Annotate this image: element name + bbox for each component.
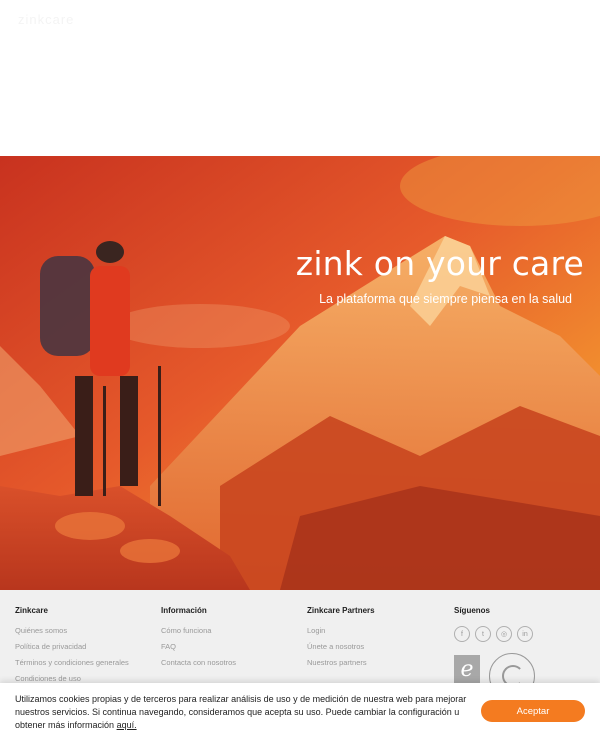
hero-banner: zink on your care La plataforma que siem… — [0, 156, 600, 590]
footer-column-partners: Zinkcare Partners Login Únete a nosotros… — [307, 606, 375, 674]
site-logo[interactable]: zinkcare — [18, 12, 74, 27]
e-trust-seal-icon: e — [454, 655, 480, 685]
footer-link-contacta[interactable]: Contacta con nosotros — [161, 658, 236, 667]
footer-link-unete[interactable]: Únete a nosotros — [307, 642, 375, 651]
footer-column-siguenos: Síguenos f t ◎ in — [454, 606, 533, 642]
footer-column-zinkcare: Zinkcare Quiénes somos Política de priva… — [15, 606, 129, 690]
instagram-icon[interactable]: ◎ — [496, 626, 512, 642]
footer-column-title: Zinkcare — [15, 606, 48, 615]
footer-column-informacion: Información Cómo funciona FAQ Contacta c… — [161, 606, 236, 674]
hero-mountain-illustration — [0, 156, 600, 590]
hero-title: zink on your care — [295, 244, 584, 283]
twitter-icon[interactable]: t — [475, 626, 491, 642]
linkedin-icon[interactable]: in — [517, 626, 533, 642]
cookie-more-info-link[interactable]: aquí. — [117, 720, 137, 730]
footer-column-title: Información — [161, 606, 207, 615]
footer-link-privacidad[interactable]: Política de privacidad — [15, 642, 129, 651]
social-links: f t ◎ in — [454, 626, 533, 642]
footer-link-login[interactable]: Login — [307, 626, 375, 635]
footer-link-faq[interactable]: FAQ — [161, 642, 236, 651]
footer-column-title: Zinkcare Partners — [307, 606, 375, 615]
hero-subtitle: La plataforma que siempre piensa en la s… — [319, 292, 572, 306]
footer-link-terminos[interactable]: Términos y condiciones generales — [15, 658, 129, 667]
facebook-icon[interactable]: f — [454, 626, 470, 642]
cookie-banner: Utilizamos cookies propias y de terceros… — [0, 683, 600, 739]
cookie-banner-text: Utilizamos cookies propias y de terceros… — [15, 693, 470, 732]
footer-link-nuestros-partners[interactable]: Nuestros partners — [307, 658, 375, 667]
footer-column-title: Síguenos — [454, 606, 491, 615]
cookie-message: Utilizamos cookies propias y de terceros… — [15, 694, 467, 730]
footer-link-condiciones[interactable]: Condiciones de uso — [15, 674, 129, 683]
site-header: zinkcare — [0, 0, 600, 156]
footer-link-quienes-somos[interactable]: Quiénes somos — [15, 626, 129, 635]
footer-link-como-funciona[interactable]: Cómo funciona — [161, 626, 236, 635]
accept-cookies-button[interactable]: Aceptar — [481, 700, 585, 722]
